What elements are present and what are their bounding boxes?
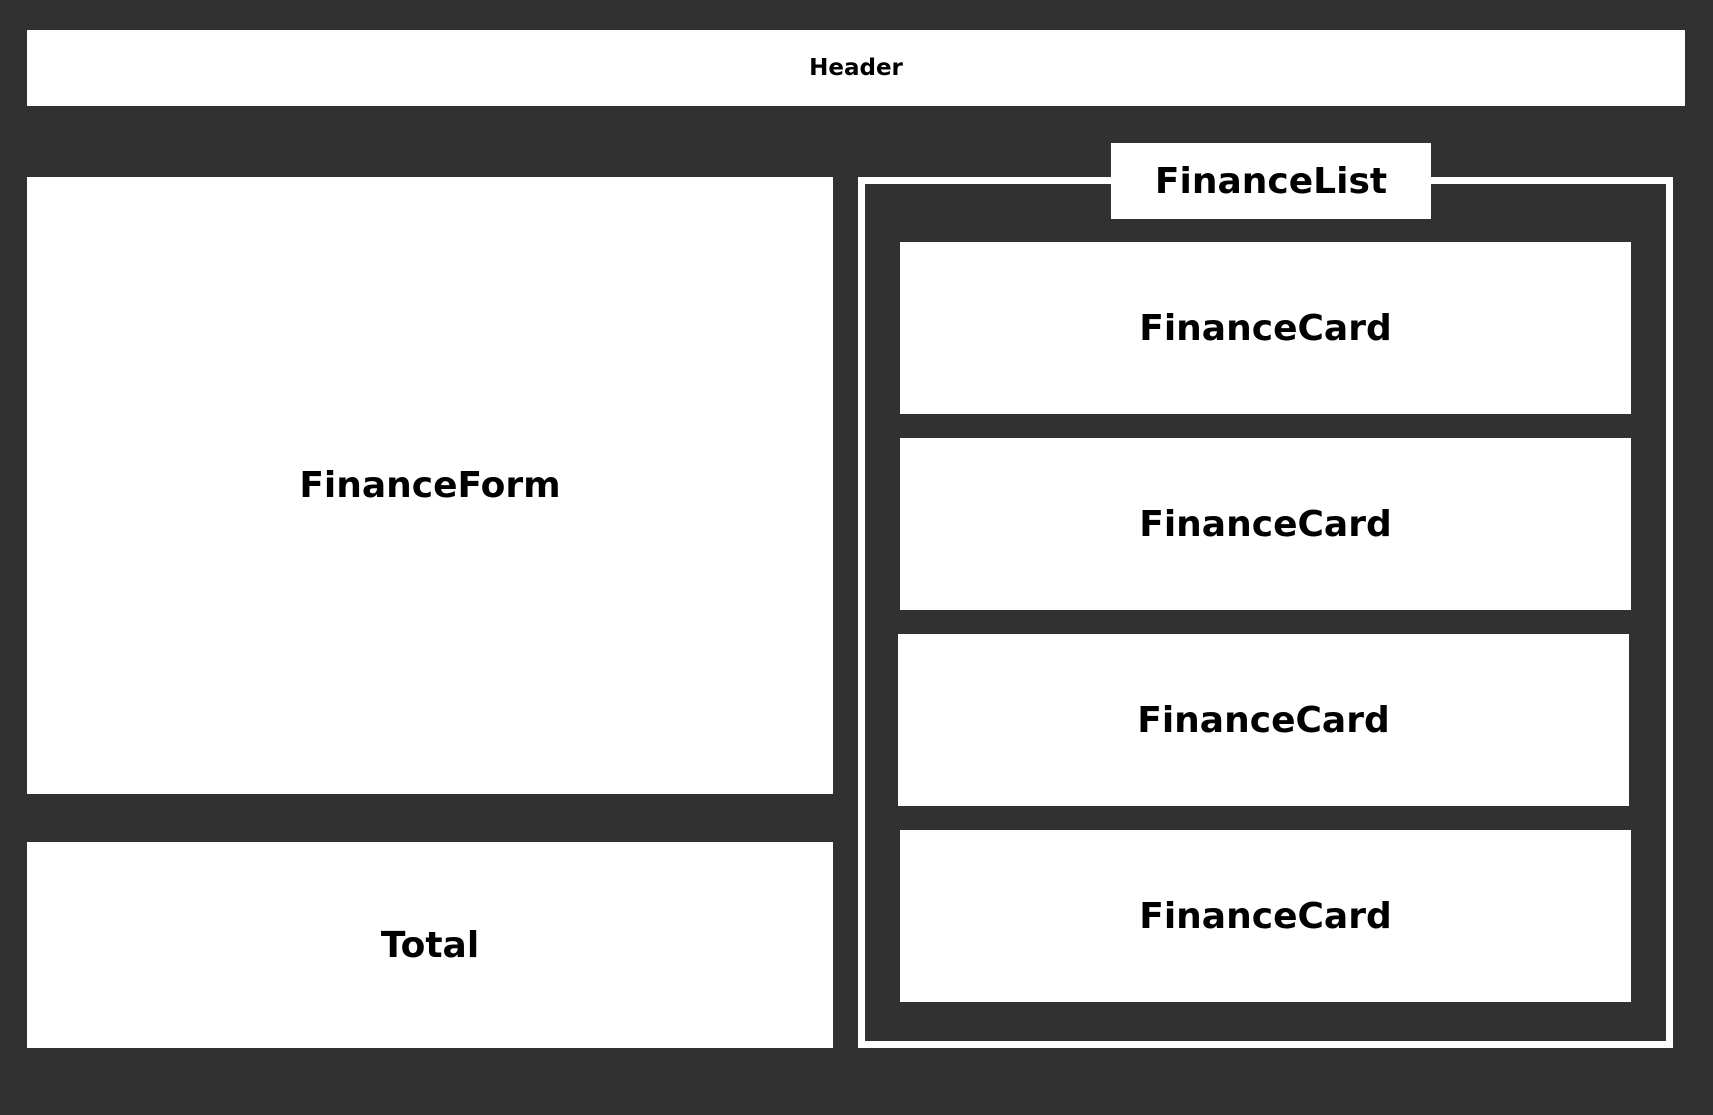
finance-card: FinanceCard: [900, 242, 1631, 414]
finance-card: FinanceCard: [900, 830, 1631, 1002]
finance-card-label: FinanceCard: [1137, 699, 1390, 741]
finance-card: FinanceCard: [898, 634, 1629, 806]
finance-card-label: FinanceCard: [1139, 307, 1392, 349]
finance-list-title: FinanceList: [1111, 143, 1431, 219]
finance-form-block: FinanceForm: [27, 177, 833, 794]
finance-card-label: FinanceCard: [1139, 895, 1392, 937]
total-block: Total: [27, 842, 833, 1048]
finance-list-title-label: FinanceList: [1154, 160, 1388, 202]
finance-card: FinanceCard: [900, 438, 1631, 610]
finance-card-label: FinanceCard: [1139, 503, 1392, 545]
header-label: Header: [809, 55, 903, 81]
total-label: Total: [380, 924, 480, 966]
finance-form-label: FinanceForm: [299, 465, 561, 506]
header-block: Header: [27, 30, 1685, 106]
